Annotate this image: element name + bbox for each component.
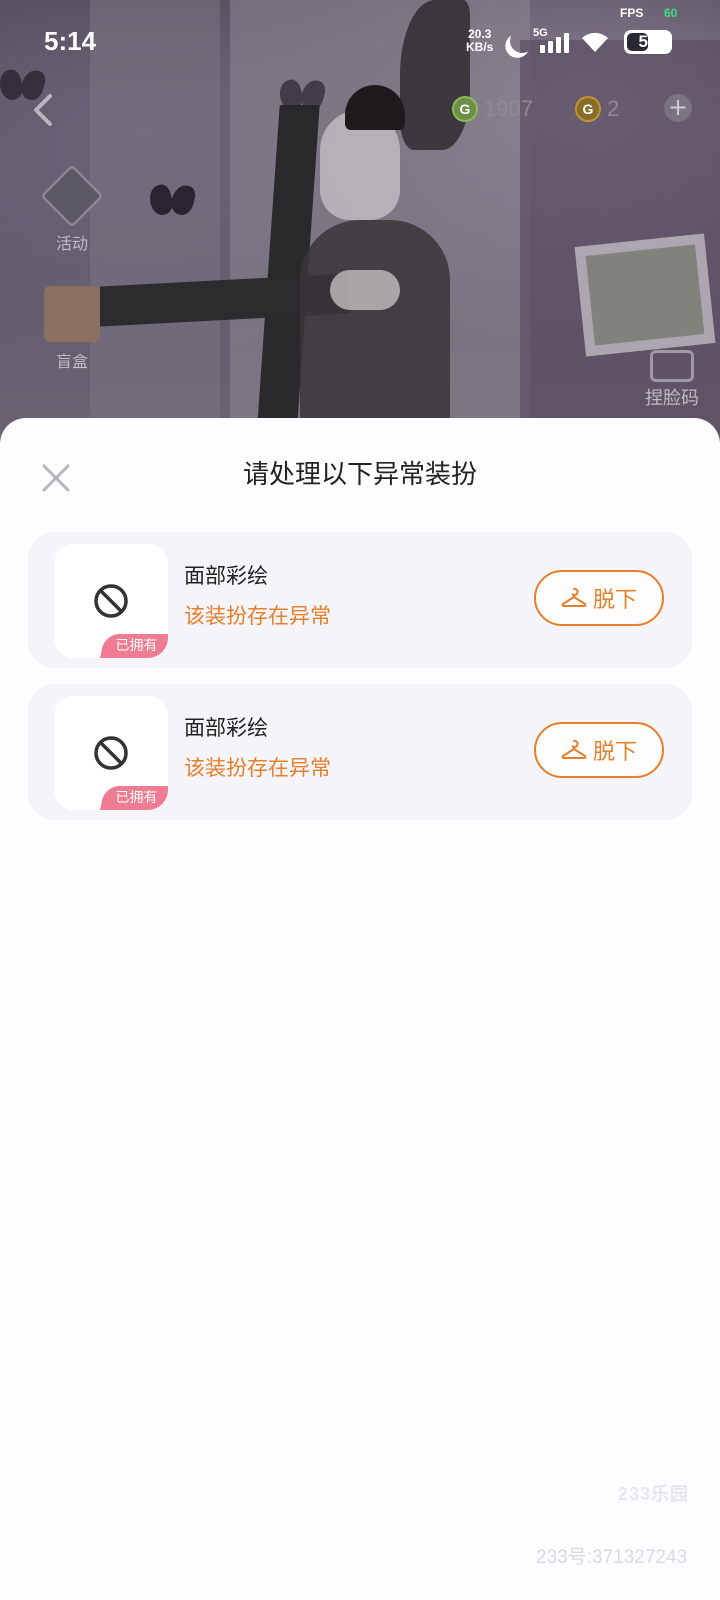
wifi-icon [582,32,608,52]
gold-currency-amount: 2 [607,96,620,121]
battery-icon: 50 [624,30,672,54]
hanger-icon [561,587,587,607]
sheet-title: 请处理以下异常装扮 [242,460,477,490]
add-icon[interactable]: + [664,94,692,122]
status-time: 5:14 [44,26,97,56]
activity-label: 活动 [55,234,88,253]
green-coin-icon: G [452,96,478,122]
gift-box-icon [44,286,100,342]
take-off-button[interactable]: 脱下 [534,722,664,778]
battery-level: 50 [638,32,658,51]
owned-badge-label: 已拥有 [115,790,158,806]
butterfly-decoration [150,185,194,215]
take-off-button[interactable]: 脱下 [534,570,664,626]
outfit-thumbnail: 已拥有 [54,696,168,810]
outfit-thumbnail: 已拥有 [54,544,168,658]
signal-icon [540,33,570,53]
pinch-face-code-label: 捏脸码 [645,388,699,409]
butterfly-decoration [280,80,324,110]
character-chest [330,270,400,310]
outfit-warning: 该装扮存在异常 [184,756,331,780]
face-icon [650,350,694,382]
gold-coin-icon: G [575,96,601,122]
green-currency-amount: 1907 [484,96,533,121]
gold-currency[interactable]: G 2 [575,94,619,124]
outfit-item-card: 已拥有 面部彩绘 该装扮存在异常 脱下 [28,684,692,820]
blindbox-button[interactable]: 盲盒 [32,286,112,372]
fps-indicator: FPS 60 [620,6,677,20]
fps-value: 60 [664,6,678,20]
status-bar: 5:14 FPS 60 20.3 KB/s 5G 50 [0,0,720,80]
take-off-label: 脱下 [592,588,637,613]
owned-badge: 已拥有 [100,634,168,658]
outfit-name: 面部彩绘 [184,716,268,740]
take-off-label: 脱下 [592,740,637,765]
green-currency[interactable]: G 1907 [452,94,533,124]
activity-button[interactable]: 活动 [32,164,112,254]
hanger-icon [561,739,587,759]
outfit-name: 面部彩绘 [184,564,268,588]
watermark-logo: 233乐园 [618,1484,690,1504]
abnormal-outfit-sheet: 请处理以下异常装扮 已拥有 面部彩绘 该装扮存在异常 脱下 已拥有 面部彩绘 该… [0,418,720,1600]
network-speed: 20.3 KB/s [466,28,493,54]
ban-icon [94,736,128,770]
watermark-id: 233号:371327243 [536,1547,688,1568]
character-body [300,220,450,440]
owned-badge: 已拥有 [100,786,168,810]
outfit-item-card: 已拥有 面部彩绘 该装扮存在异常 脱下 [28,532,692,668]
star-icon [40,164,104,228]
owned-badge-label: 已拥有 [115,638,158,654]
fps-label: FPS [620,6,644,20]
pinch-face-code-button[interactable]: 捏脸码 [632,350,712,410]
back-icon[interactable] [28,90,58,130]
ban-icon [94,584,128,618]
blindbox-label: 盲盒 [55,352,88,371]
background-picture-frame [574,233,716,357]
network-speed-unit: KB/s [466,40,494,54]
outfit-warning: 该装扮存在异常 [184,604,331,628]
